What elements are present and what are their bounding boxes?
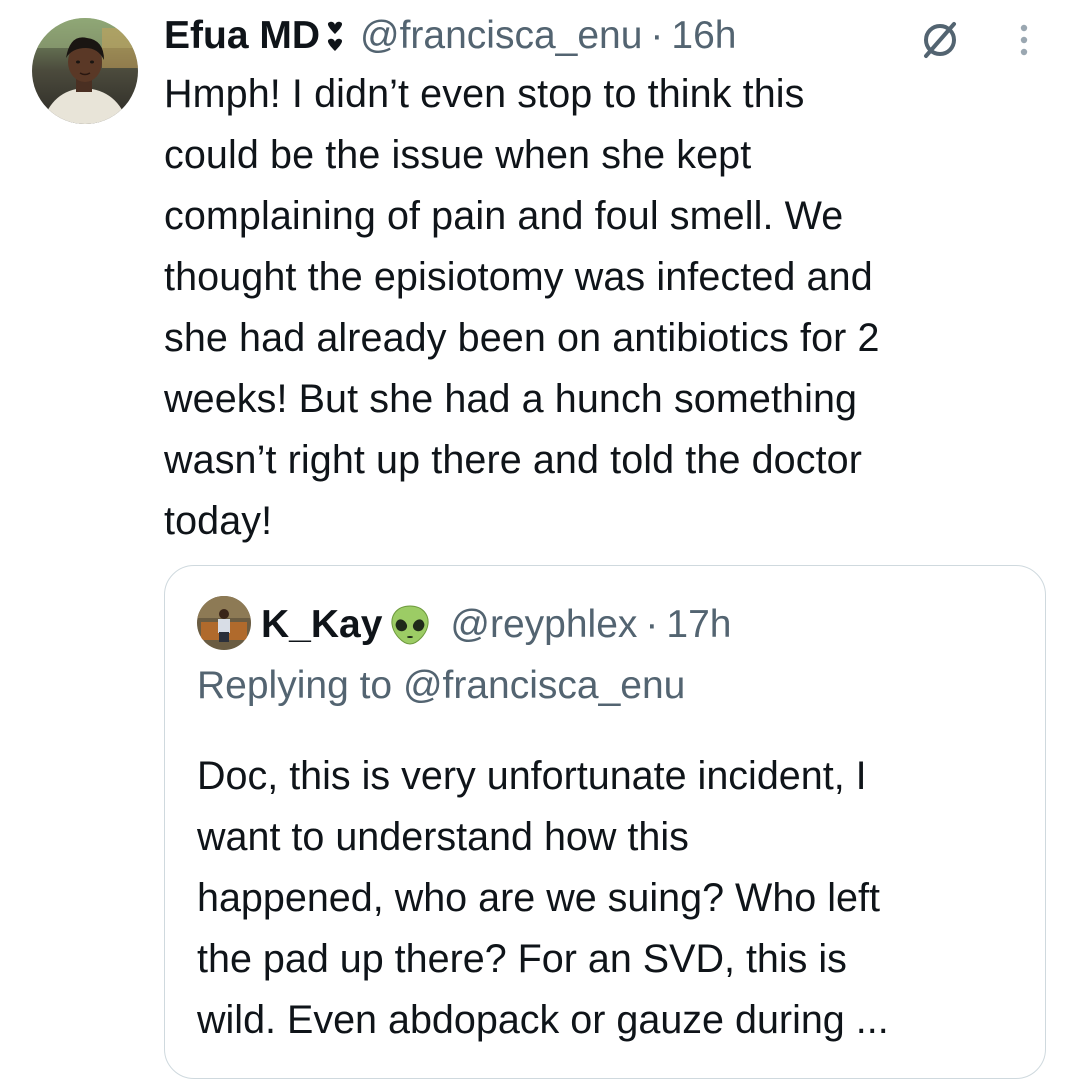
quoted-tweet-line: happened, who are we suing? Who left (197, 876, 880, 920)
author-display-name[interactable]: Efua MD (164, 14, 320, 58)
tweet-body: Hmph! I didn’t even stop to think this c… (164, 64, 1044, 552)
tweet-line: today! (164, 499, 273, 543)
quoted-tweet-line: Doc, this is very unfortunate incident, … (197, 754, 867, 798)
quoted-author-avatar[interactable] (197, 596, 251, 650)
profile-photo-icon (32, 18, 138, 124)
profile-photo-icon (197, 596, 251, 650)
alien-icon (391, 605, 429, 645)
quoted-tweet-line: the pad up there? For an SVD, this is (197, 937, 847, 981)
quoted-tweet-line: wild. Even abdopack or gauze during ... (197, 998, 889, 1042)
heart-exclamation-icon (327, 21, 343, 51)
tweet-line: thought the episiotomy was infected and (164, 255, 873, 299)
tweet-line: Hmph! I didn’t even stop to think this (164, 72, 805, 116)
more-vertical-icon[interactable] (1012, 20, 1036, 60)
replying-to-label[interactable]: Replying to @francisca_enu (197, 664, 685, 708)
quoted-author-display-name[interactable]: K_Kay (261, 603, 382, 647)
separator-dot: · (645, 603, 659, 646)
tweet-line: could be the issue when she kept (164, 133, 752, 177)
quoted-tweet-header: K_Kay @reyphlex · 17h (261, 598, 732, 652)
separator-dot: · (650, 14, 664, 57)
quoted-tweet-card[interactable]: K_Kay @reyphlex · 17h Replying to @franc… (164, 565, 1046, 1079)
quoted-tweet-line: want to understand how this (197, 815, 689, 859)
author-avatar[interactable] (32, 18, 138, 124)
quoted-tweet-body: Doc, this is very unfortunate incident, … (197, 746, 1017, 1051)
tweet-line: weeks! But she had a hunch something (164, 377, 858, 421)
no-sign-icon[interactable] (918, 18, 962, 62)
tweet-header: Efua MD @francisca_enu · 16h (164, 10, 737, 62)
tweet-timestamp[interactable]: 16h (671, 14, 736, 58)
tweet-line: she had already been on antibiotics for … (164, 316, 880, 360)
tweet-line: wasn’t right up there and told the docto… (164, 438, 862, 482)
tweet-line: complaining of pain and foul smell. We (164, 194, 844, 238)
author-handle[interactable]: @francisca_enu (360, 14, 642, 58)
quoted-tweet-timestamp[interactable]: 17h (666, 603, 731, 647)
quoted-author-handle[interactable]: @reyphlex (450, 603, 637, 647)
